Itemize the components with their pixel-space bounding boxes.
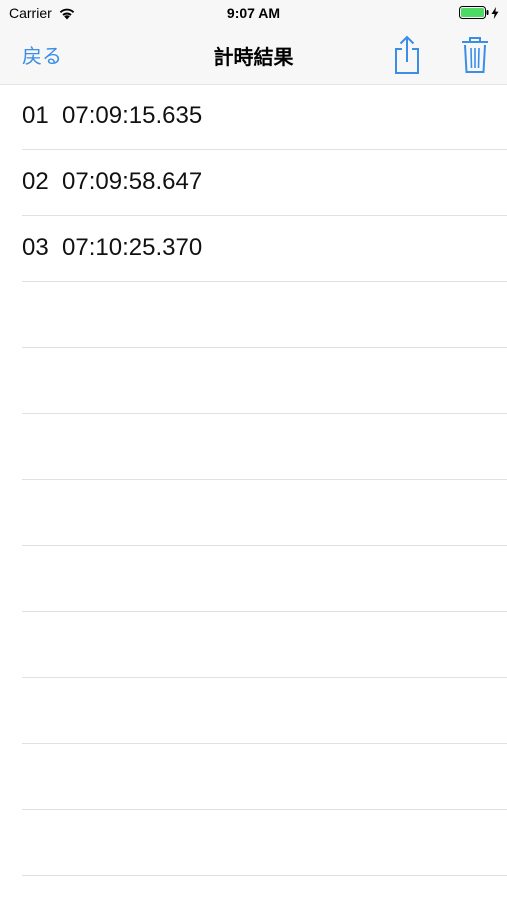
battery-icon <box>459 6 489 19</box>
list-item[interactable] <box>0 744 507 810</box>
list-item[interactable] <box>0 546 507 612</box>
share-icon[interactable] <box>392 35 422 75</box>
status-time: 9:07 AM <box>226 5 281 21</box>
list-item[interactable]: 01 07:09:15.635 <box>0 84 507 150</box>
list-item[interactable]: 03 07:10:25.370 <box>0 216 507 282</box>
row-divider <box>22 875 507 876</box>
results-list: 01 07:09:15.635 02 07:09:58.647 03 07:10… <box>0 84 507 876</box>
list-item[interactable] <box>0 348 507 414</box>
list-item[interactable] <box>0 612 507 678</box>
list-item[interactable] <box>0 282 507 348</box>
trash-icon[interactable] <box>460 36 490 74</box>
list-item[interactable]: 02 07:09:58.647 <box>0 150 507 216</box>
list-item[interactable] <box>0 678 507 744</box>
list-item[interactable] <box>0 480 507 546</box>
status-right <box>459 6 499 19</box>
result-text: 01 07:09:15.635 <box>22 102 203 129</box>
result-text: 03 07:10:25.370 <box>22 234 203 261</box>
navigation-bar: 戻る 計時結果 <box>0 26 507 85</box>
charging-bolt-icon <box>491 6 499 19</box>
result-text: 02 07:09:58.647 <box>22 168 203 195</box>
page-title: 計時結果 <box>213 47 294 69</box>
list-item[interactable] <box>0 810 507 876</box>
list-item[interactable] <box>0 414 507 480</box>
status-bar: Carrier 9:07 AM <box>0 0 507 26</box>
